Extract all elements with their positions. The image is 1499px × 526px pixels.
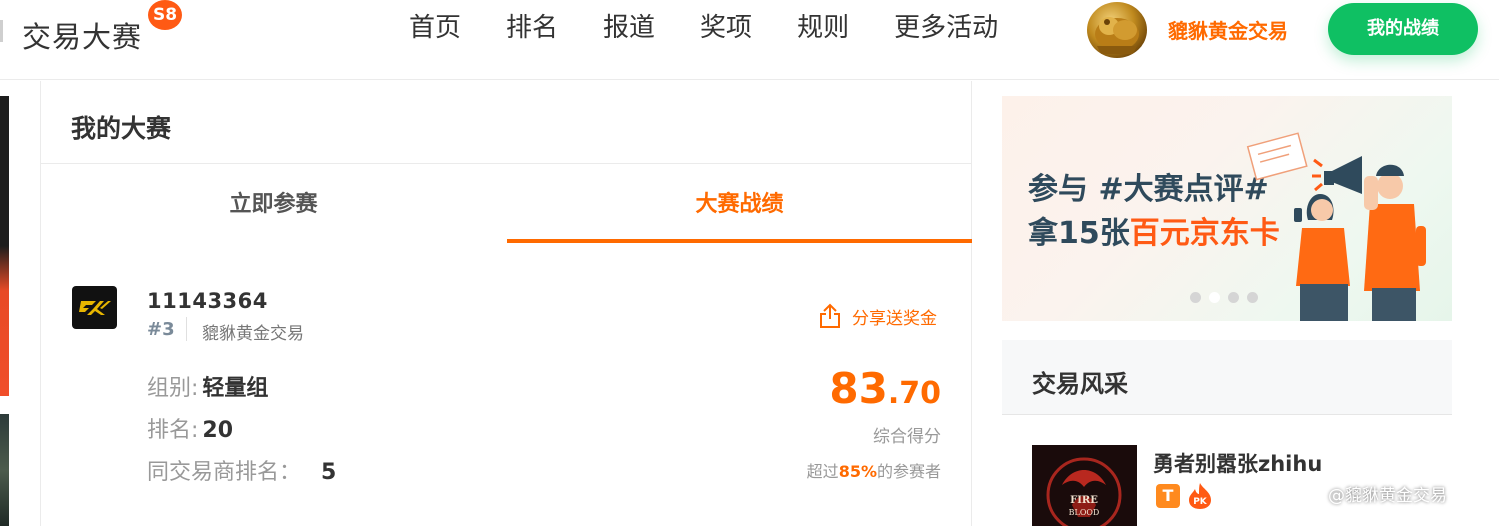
user-name[interactable]: 貔貅黄金交易 bbox=[1168, 15, 1288, 44]
score-label: 综合得分 bbox=[873, 427, 941, 447]
trader-badge-t: T bbox=[1156, 484, 1180, 508]
nav-item-more-events[interactable]: 更多活动 bbox=[894, 10, 998, 46]
trader-card[interactable]: FIRE BLOOD 勇者别嚣张zhihu T PK bbox=[1002, 415, 1452, 526]
beat-percentage: 超过85%的参赛者 bbox=[807, 458, 941, 482]
top-header: 交易大赛 S8 首页 排名 报道 奖项 规则 更多活动 貔貅黄金交易 我的战绩 bbox=[0, 0, 1499, 80]
my-contest-panel: 我的大赛 立即参赛 大赛战绩 11143364 #3 貔貅黄金交易 分享送奖金 … bbox=[40, 81, 972, 526]
avatar-blood-text: BLOOD bbox=[1069, 508, 1100, 517]
left-edge-image-bottom bbox=[0, 414, 9, 526]
season-badge: S8 bbox=[148, 0, 182, 30]
rank-value: 20 bbox=[202, 418, 234, 443]
carousel-dot-active[interactable] bbox=[1209, 292, 1220, 303]
nav-item-reports[interactable]: 报道 bbox=[603, 10, 655, 46]
broker-rank-value: 5 bbox=[321, 460, 337, 485]
trader-name[interactable]: 勇者别嚣张zhihu bbox=[1153, 448, 1322, 478]
banner-line2-prefix: 拿15张 bbox=[1028, 216, 1130, 251]
overall-score: 83.70 bbox=[829, 364, 941, 413]
carousel-dot[interactable] bbox=[1247, 292, 1258, 303]
rank-separator bbox=[186, 317, 187, 341]
banner-illustration bbox=[1246, 132, 1426, 321]
main-nav: 首页 排名 报道 奖项 规则 更多活动 bbox=[409, 10, 1043, 46]
my-performance-button[interactable]: 我的战绩 bbox=[1328, 3, 1478, 55]
nav-item-rules[interactable]: 规则 bbox=[797, 10, 849, 46]
tab-join-now[interactable]: 立即参赛 bbox=[41, 186, 506, 218]
flame-icon: PK bbox=[1189, 483, 1211, 509]
trader-avatar[interactable]: FIRE BLOOD bbox=[1032, 445, 1137, 526]
left-edge-image-top bbox=[0, 96, 9, 396]
broker-rank-label: 同交易商排名： bbox=[147, 460, 302, 485]
pk-flame-badge: PK bbox=[1187, 482, 1213, 510]
golden-pixiu-icon bbox=[1095, 17, 1139, 54]
side-title: 交易风采 bbox=[1032, 370, 1128, 398]
active-tab-underline bbox=[507, 239, 972, 243]
trader-avatar-image: FIRE BLOOD bbox=[1032, 445, 1137, 526]
rank-row: 排名: 20 bbox=[147, 412, 233, 444]
rank-tag: #3 bbox=[147, 319, 175, 340]
rank-label: 排名: bbox=[147, 418, 199, 443]
score-integer: 83 bbox=[829, 364, 888, 413]
user-avatar[interactable] bbox=[1087, 2, 1147, 58]
carousel-dots bbox=[1190, 292, 1258, 303]
promo-banner[interactable]: 参与 #大赛点评# 拿15张百元京东卡 bbox=[1002, 96, 1452, 321]
broker-rank-row: 同交易商排名： 5 bbox=[147, 454, 336, 486]
tab-contest-results[interactable]: 大赛战绩 bbox=[507, 186, 972, 218]
site-logo-text[interactable]: 交易大赛 bbox=[22, 14, 142, 56]
panel-title: 我的大赛 bbox=[71, 114, 172, 143]
share-reward-link[interactable]: 分享送奖金 bbox=[818, 303, 937, 329]
pk-text: PK bbox=[1193, 497, 1208, 507]
share-label: 分享送奖金 bbox=[852, 308, 937, 329]
avatar-fire-text: FIRE bbox=[1070, 495, 1098, 506]
score-decimal: .70 bbox=[887, 376, 941, 411]
share-icon bbox=[820, 303, 840, 328]
group-value: 轻量组 bbox=[202, 376, 269, 401]
group-label: 组别: bbox=[147, 376, 199, 401]
broker-logo-icon bbox=[78, 300, 111, 315]
beat-pct: 85% bbox=[838, 462, 877, 481]
header-left-bar bbox=[0, 20, 3, 42]
broker-logo bbox=[72, 286, 117, 329]
nav-item-ranking[interactable]: 排名 bbox=[506, 10, 558, 46]
panel-divider bbox=[41, 163, 972, 164]
account-id: 11143364 bbox=[147, 289, 268, 313]
broker-name: 貔貅黄金交易 bbox=[202, 324, 304, 344]
group-row: 组别: 轻量组 bbox=[147, 370, 268, 402]
watermark: @貔貅黄金交易 bbox=[1328, 486, 1447, 506]
page: 交易大赛 S8 首页 排名 报道 奖项 规则 更多活动 貔貅黄金交易 我的战绩 … bbox=[0, 0, 1499, 526]
nav-item-awards[interactable]: 奖项 bbox=[700, 10, 752, 46]
beat-suffix: 的参赛者 bbox=[876, 462, 941, 481]
beat-prefix: 超过 bbox=[806, 462, 839, 481]
carousel-dot[interactable] bbox=[1190, 292, 1201, 303]
carousel-dot[interactable] bbox=[1228, 292, 1239, 303]
nav-item-home[interactable]: 首页 bbox=[409, 10, 461, 46]
